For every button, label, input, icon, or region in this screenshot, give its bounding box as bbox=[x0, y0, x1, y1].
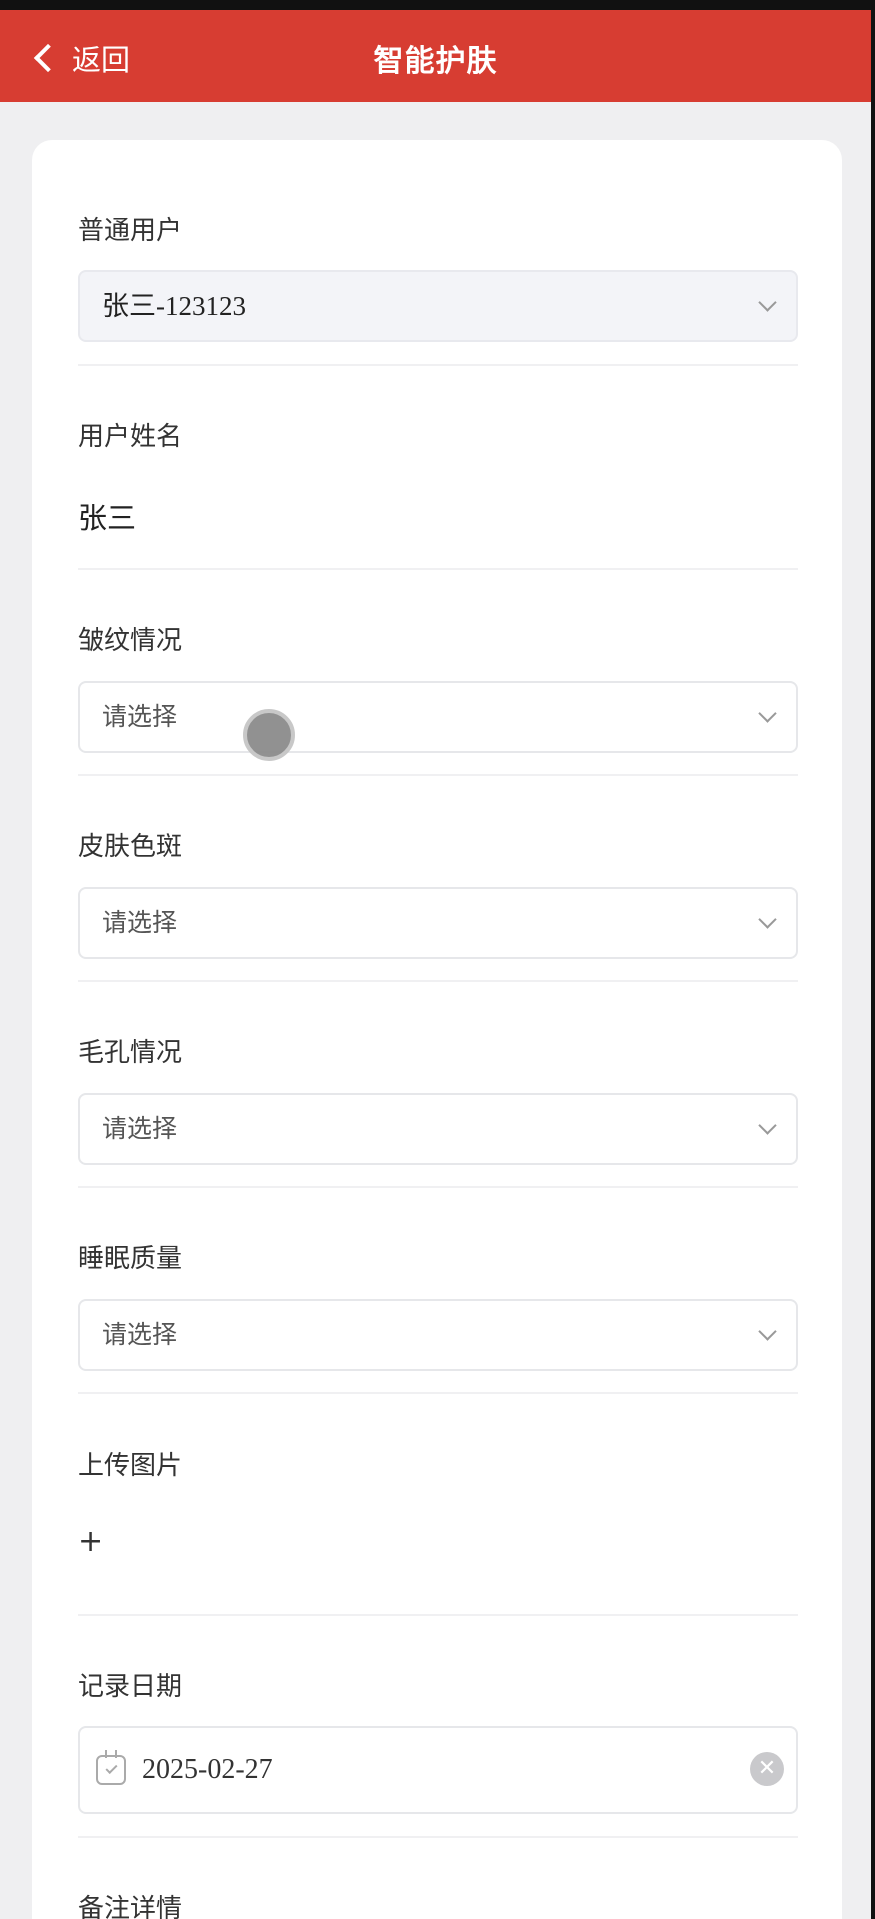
chevron-down-icon bbox=[758, 1322, 777, 1341]
divider bbox=[78, 1614, 798, 1616]
divider bbox=[78, 1836, 798, 1838]
upload-field: 上传图片 bbox=[78, 1445, 798, 1482]
pores-placeholder: 请选择 bbox=[102, 1114, 178, 1143]
divider bbox=[78, 774, 798, 776]
record-date-value: 2025-02-27 bbox=[142, 1754, 273, 1785]
wrinkles-label: 皱纹情况 bbox=[78, 626, 183, 656]
user-name-field: 用户姓名 bbox=[78, 416, 798, 453]
wrinkles-field: 皱纹情况 bbox=[78, 620, 798, 657]
calendar-icon bbox=[96, 1750, 126, 1785]
sleep-label: 睡眠质量 bbox=[78, 1244, 183, 1274]
sleep-field: 睡眠质量 bbox=[78, 1238, 798, 1275]
clear-icon[interactable]: ✕ bbox=[750, 1752, 784, 1786]
upload-add-wrap: + bbox=[78, 1524, 798, 1559]
user-type-value: 张三-123123 bbox=[102, 291, 246, 321]
pores-select[interactable]: 请选择 bbox=[78, 1093, 798, 1165]
chevron-down-icon bbox=[758, 704, 777, 723]
divider bbox=[78, 1392, 798, 1394]
divider bbox=[78, 568, 798, 570]
pores-field: 毛孔情况 bbox=[78, 1032, 798, 1069]
sleep-placeholder: 请选择 bbox=[102, 1320, 178, 1349]
chevron-down-icon bbox=[758, 293, 777, 312]
chevron-down-icon bbox=[758, 910, 777, 929]
pores-label: 毛孔情况 bbox=[78, 1038, 183, 1068]
user-name-label: 用户姓名 bbox=[78, 422, 183, 452]
user-name-value-wrap: 张三 bbox=[78, 495, 798, 537]
divider bbox=[78, 364, 798, 366]
user-type-select[interactable]: 张三-123123 bbox=[78, 270, 798, 342]
record-date-picker[interactable]: 2025-02-27 ✕ bbox=[78, 1726, 798, 1814]
user-name-value: 张三 bbox=[78, 501, 137, 535]
chevron-down-icon bbox=[758, 1116, 777, 1135]
user-type-field: 普通用户 bbox=[78, 210, 798, 247]
spots-placeholder: 请选择 bbox=[102, 908, 178, 937]
spots-select[interactable]: 请选择 bbox=[78, 887, 798, 959]
form-card: 普通用户 张三-123123 用户姓名 张三 皱纹情况 请选择 皮肤色斑 请选择 bbox=[32, 140, 842, 1919]
upload-label: 上传图片 bbox=[78, 1451, 183, 1481]
wrinkles-select[interactable]: 请选择 bbox=[78, 681, 798, 753]
spots-field: 皮肤色斑 bbox=[78, 826, 798, 863]
spots-label: 皮肤色斑 bbox=[78, 832, 183, 862]
screen-frame bbox=[871, 0, 875, 1919]
remarks-label: 备注详情 bbox=[78, 1894, 183, 1919]
user-type-label: 普通用户 bbox=[78, 216, 183, 246]
wrinkles-placeholder: 请选择 bbox=[102, 702, 178, 731]
nav-bar: 返回 智能护肤 bbox=[0, 10, 871, 102]
record-date-label: 记录日期 bbox=[78, 1672, 183, 1702]
divider bbox=[78, 1186, 798, 1188]
record-date-field: 记录日期 bbox=[78, 1666, 798, 1703]
touch-indicator bbox=[243, 709, 295, 761]
sleep-select[interactable]: 请选择 bbox=[78, 1299, 798, 1371]
divider bbox=[78, 980, 798, 982]
upload-add-button[interactable]: + bbox=[78, 1524, 103, 1559]
remarks-field: 备注详情 bbox=[78, 1888, 798, 1919]
app-screen: 返回 智能护肤 普通用户 张三-123123 用户姓名 张三 皱纹情况 请选择 bbox=[0, 0, 875, 1919]
page-title: 智能护肤 bbox=[373, 44, 498, 79]
status-bar-edge bbox=[0, 0, 875, 10]
